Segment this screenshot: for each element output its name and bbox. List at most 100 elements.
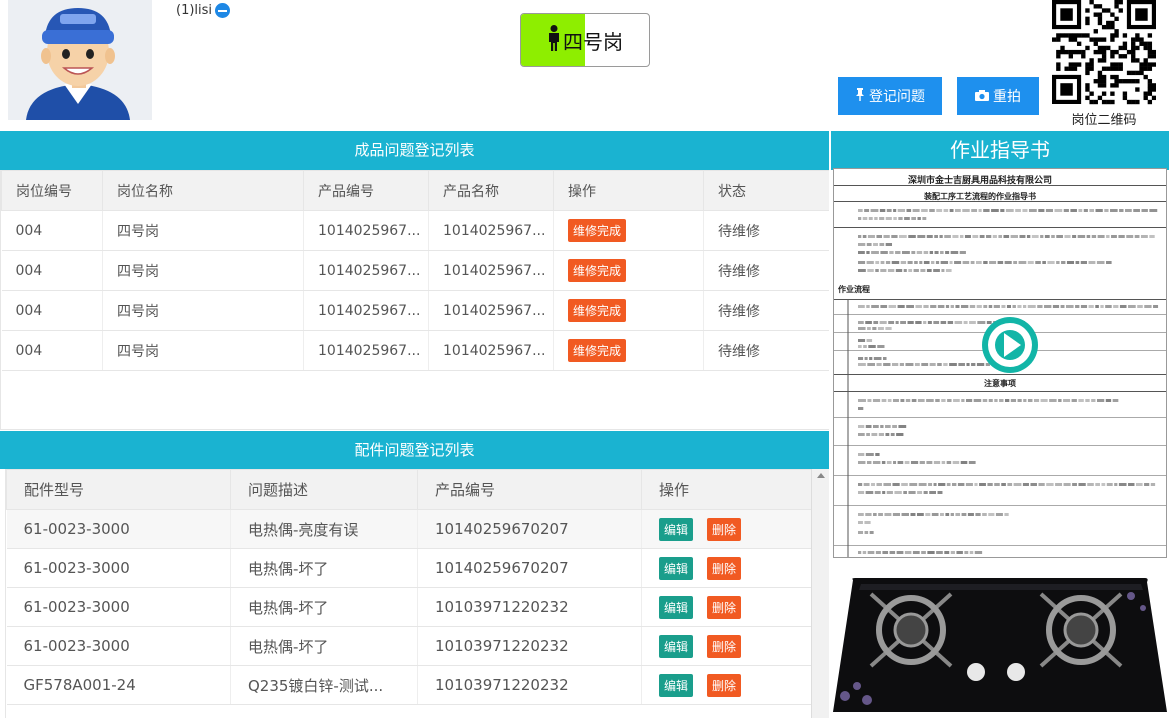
cell-product-name: 1014025967...	[428, 290, 554, 331]
cell-action: 维修完成	[553, 330, 704, 371]
product-issues-title: 成品问题登记列表	[0, 131, 829, 170]
edit-button[interactable]: 编辑	[659, 634, 694, 658]
cell-station-no: 004	[1, 330, 103, 371]
cell-station-no: 004	[1, 210, 103, 251]
cell-product-no: 1014025967...	[303, 290, 429, 331]
cell-product-no: 10103971220232	[417, 626, 642, 666]
cell-action: 维修完成	[553, 250, 704, 291]
cell-issue-desc: 电热偶-坏了	[230, 626, 418, 666]
cell-actions: 编辑 删除	[641, 665, 811, 705]
cell-product-no: 1014025967...	[303, 250, 429, 291]
cell-status: 待维修	[703, 330, 829, 371]
cell-issue-desc: 电热偶-坏了	[230, 548, 418, 588]
cell-part-model: 61-0023-3000	[6, 548, 231, 588]
product-photo-gas-stove	[831, 566, 1169, 718]
cell-product-name: 1014025967...	[428, 250, 554, 291]
part-issues-table: 配件型号 问题描述 产品编号 操作 61-0023-3000 电热偶-亮度有误 …	[5, 469, 811, 718]
cell-issue-desc: Q235镀白锌-测试...	[230, 665, 418, 705]
station-indicator[interactable]: 四号岗	[520, 13, 650, 67]
vertical-scrollbar[interactable]	[811, 469, 829, 718]
cell-part-model: 61-0023-3000	[6, 587, 231, 627]
edit-button[interactable]: 编辑	[659, 517, 694, 541]
cell-station-name: 四号岗	[102, 290, 304, 331]
station-qr-code	[1052, 0, 1157, 106]
edit-button[interactable]: 编辑	[659, 556, 694, 580]
col-header[interactable]: 产品名称	[428, 170, 554, 211]
col-header[interactable]: 操作	[641, 469, 811, 510]
delete-button[interactable]: 删除	[707, 673, 742, 697]
col-header[interactable]: 岗位名称	[102, 170, 304, 211]
delete-button[interactable]: 删除	[707, 595, 742, 619]
col-header[interactable]: 岗位编号	[1, 170, 103, 211]
cell-actions: 编辑 删除	[641, 548, 811, 588]
table-row[interactable]: 61-0023-3000 电热偶-坏了 10140259670207 编辑 删除	[6, 548, 811, 588]
repair-done-button[interactable]: 维修完成	[568, 299, 627, 322]
cell-product-no: 1014025967...	[303, 330, 429, 371]
cell-actions: 编辑 删除	[641, 626, 811, 666]
product-issues-table: 岗位编号 岗位名称 产品编号 产品名称 操作 状态 004 四号岗 101402…	[0, 170, 829, 430]
cell-actions: 编辑 删除	[641, 509, 811, 549]
table-row[interactable]: 004 四号岗 1014025967... 1014025967... 维修完成…	[1, 210, 829, 251]
register-issue-button[interactable]: 登记问题	[838, 77, 942, 115]
repair-done-button[interactable]: 维修完成	[568, 259, 627, 282]
col-header[interactable]: 产品编号	[417, 469, 642, 510]
cell-product-name: 1014025967...	[428, 330, 554, 371]
cell-product-no: 10140259670207	[417, 509, 642, 549]
page: (1)lisi 四号岗 登记问题 重拍 岗位二维码 成品问题登记列表 岗位编号 …	[0, 0, 1169, 718]
col-header[interactable]: 配件型号	[6, 469, 231, 510]
table-row[interactable]: GF578A001-24 Q235镀白锌-测试... 1010397122023…	[6, 665, 811, 705]
pin-icon	[855, 88, 865, 104]
guide-title: 作业指导书	[831, 131, 1169, 170]
col-header[interactable]: 状态	[703, 170, 829, 211]
delete-button[interactable]: 删除	[707, 556, 742, 580]
cell-station-name: 四号岗	[102, 210, 304, 251]
cell-station-name: 四号岗	[102, 250, 304, 291]
table-row[interactable]: 61-0023-3000 电热偶-亮度有误 10140259670207 编辑删…	[6, 509, 811, 549]
cell-issue-desc: 电热偶-亮度有误	[230, 509, 418, 549]
cell-action: 维修完成	[553, 290, 704, 331]
col-header[interactable]: 问题描述	[230, 469, 418, 510]
qr-label: 岗位二维码	[1071, 113, 1137, 128]
cell-issue-desc: 电热偶-坏了	[230, 587, 418, 627]
user-name: (1)lisi	[176, 3, 213, 18]
col-header[interactable]: 操作	[553, 170, 704, 211]
table-row[interactable]: 004 四号岗 1014025967... 1014025967... 维修完成…	[1, 290, 829, 331]
cell-action: 维修完成	[553, 210, 704, 251]
cell-station-no: 004	[1, 250, 103, 291]
table-row[interactable]: 61-0023-3000 电热偶-坏了 10103971220232 编辑 删除	[6, 587, 811, 627]
cell-product-no: 1014025967...	[303, 210, 429, 251]
cell-product-no: 10103971220232	[417, 665, 642, 705]
cell-station-no: 004	[1, 290, 103, 331]
delete-button[interactable]: 删除	[707, 634, 742, 658]
table-row[interactable]: 004 四号岗 1014025967... 1014025967... 维修完成…	[1, 330, 829, 371]
cell-product-name: 1014025967...	[428, 210, 554, 251]
cell-status: 待维修	[703, 210, 829, 251]
cell-actions: 编辑 删除	[641, 587, 811, 627]
retake-button[interactable]: 重拍	[957, 77, 1039, 115]
avatar	[8, 0, 152, 120]
user-info: (1)lisi	[176, 3, 231, 18]
play-triangle-icon[interactable]	[1004, 333, 1021, 357]
edit-button[interactable]: 编辑	[659, 595, 694, 619]
cell-station-name: 四号岗	[102, 330, 304, 371]
cell-part-model: 61-0023-3000	[6, 509, 231, 549]
delete-button[interactable]: 删除	[707, 517, 742, 541]
col-header[interactable]: 产品编号	[303, 170, 429, 211]
person-icon	[547, 24, 561, 56]
edit-button[interactable]: 编辑	[659, 673, 694, 697]
cell-status: 待维修	[703, 250, 829, 291]
cell-part-model: GF578A001-24	[6, 665, 231, 705]
cell-product-no: 10103971220232	[417, 587, 642, 627]
camera-icon	[975, 88, 989, 104]
minus-circle-icon[interactable]	[215, 3, 231, 18]
table-row[interactable]: 61-0023-3000 电热偶-坏了 10103971220232 编辑 删除	[6, 626, 811, 666]
repair-done-button[interactable]: 维修完成	[568, 339, 627, 362]
part-issues-title: 配件问题登记列表	[0, 431, 829, 469]
scroll-up-arrow-icon[interactable]	[817, 473, 825, 478]
repair-done-button[interactable]: 维修完成	[568, 219, 627, 242]
cell-product-no: 10140259670207	[417, 548, 642, 588]
cell-status: 待维修	[703, 290, 829, 331]
cell-part-model: 61-0023-3000	[6, 626, 231, 666]
station-name: 四号岗	[563, 29, 623, 54]
table-row[interactable]: 004 四号岗 1014025967... 1014025967... 维修完成…	[1, 250, 829, 291]
